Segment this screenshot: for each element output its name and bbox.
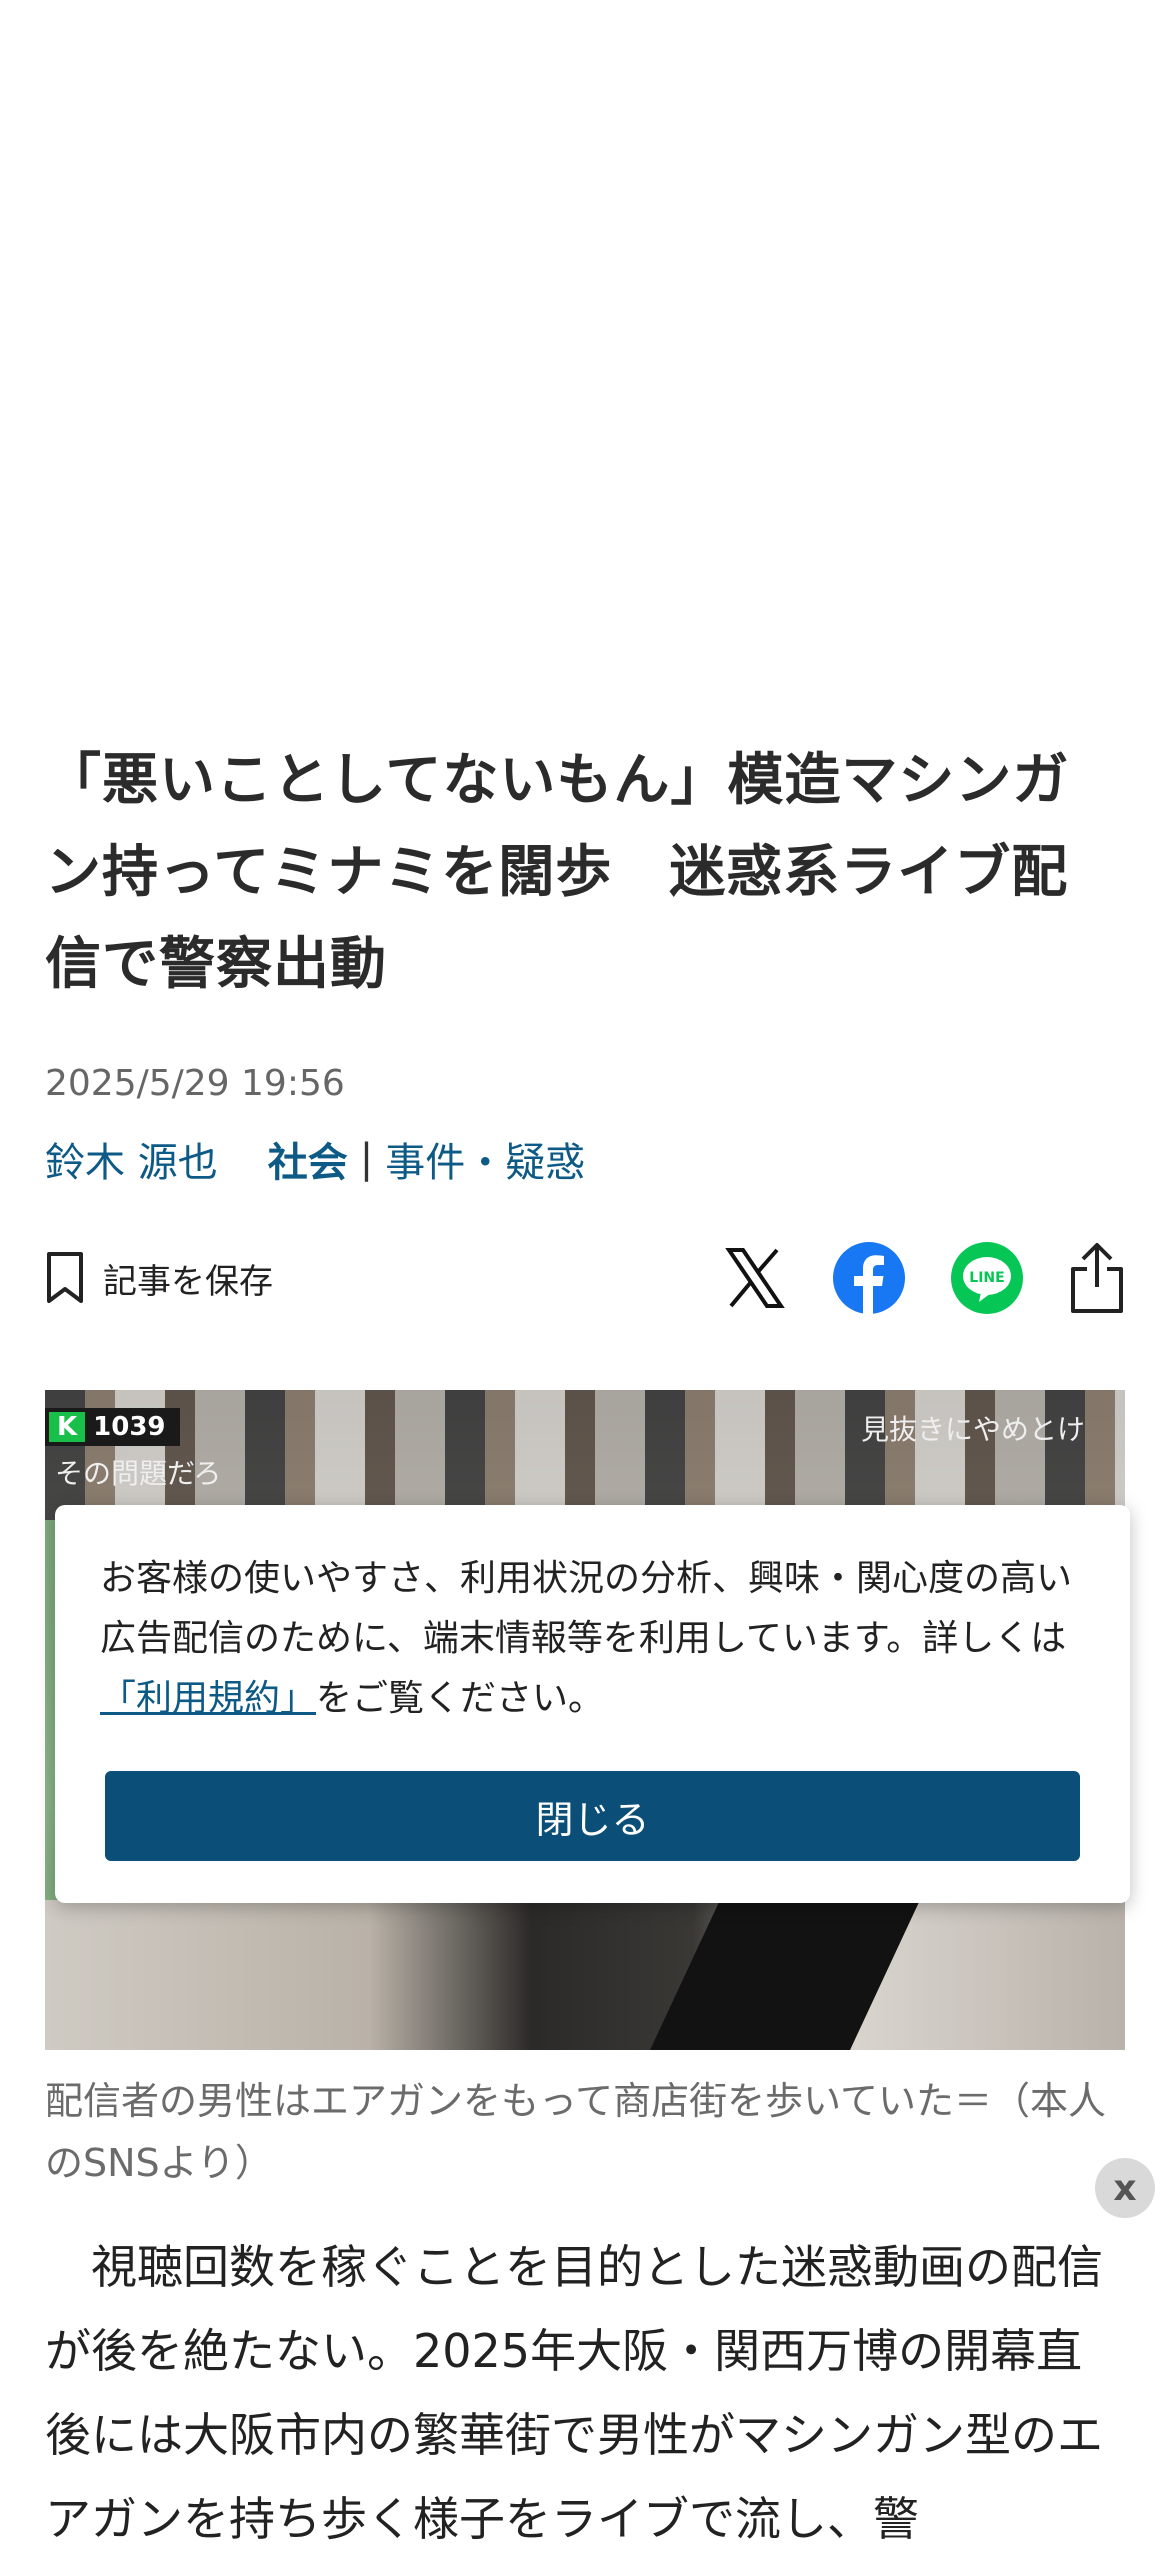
consent-text: お客様の使いやすさ、利用状況の分析、興味・関心度の高い広告配信のために、端末情報… [100,1549,1080,1729]
share-icons: LINE [677,1241,1125,1315]
bookmark-icon [47,1252,83,1303]
line-icon: LINE [951,1242,1023,1314]
ad-space [0,0,1170,700]
photo-live-counter: K 1039 [45,1408,180,1446]
action-row: 記事を保存 LINE [45,1238,1125,1318]
photo-overlay-text-left: その問題だろ [55,1457,222,1490]
article-headline: 「悪いことしてないもん」模造マシンガン持ってミナミを闊歩 迷惑系ライブ配信で警察… [45,748,1070,997]
article-date: 2025/5/29 19:56 [45,1063,345,1104]
consent-text-end: をご覧ください。 [316,1678,605,1719]
photo-badge-letter: K [49,1412,86,1442]
share-icon [1071,1243,1123,1313]
photo-count: 1039 [93,1412,166,1442]
photo-lower-area [45,1900,1125,2050]
save-article-label: 記事を保存 [103,1261,273,1302]
consent-close-button[interactable]: 閉じる [105,1771,1080,1861]
consent-text-main: お客様の使いやすさ、利用状況の分析、興味・関心度の高い広告配信のために、端末情報… [100,1558,1073,1659]
photo-caption: 配信者の男性はエアガンをもって商店街を歩いていた＝（本人のSNSより） [45,2079,1106,2185]
line-share-button[interactable]: LINE [951,1242,1023,1314]
category-divider: | [359,1136,374,1182]
consent-banner: お客様の使いやすさ、利用状況の分析、興味・関心度の高い広告配信のために、端末情報… [55,1505,1130,1903]
article-header: 「悪いことしてないもん」模造マシンガン持ってミナミを闊歩 迷惑系ライブ配信で警察… [45,735,1125,1318]
category-sub-link[interactable]: 事件・疑惑 [385,1130,585,1188]
author-link[interactable]: 鈴木 源也 [45,1130,218,1188]
photo-overlay-text-right: 見抜きにやめとけ [860,1413,1085,1446]
ad-close-button[interactable]: x [1095,2158,1155,2218]
save-article-button[interactable]: 記事を保存 [45,1251,273,1305]
facebook-share-button[interactable] [833,1242,905,1314]
x-logo-icon [725,1248,785,1308]
byline: 鈴木 源也 社会 | 事件・疑惑 [45,1130,1125,1188]
share-button[interactable] [1069,1241,1125,1315]
terms-link[interactable]: 「利用規約」 [100,1678,316,1719]
svg-text:LINE: LINE [969,1270,1004,1286]
category-main-link[interactable]: 社会 [268,1130,348,1188]
facebook-icon [833,1242,905,1314]
article-body-paragraph: 視聴回数を稼ぐことを目的とした迷惑動画の配信が後を絶たない。2025年大阪・関西… [45,2240,1103,2546]
x-share-button[interactable] [723,1246,787,1310]
